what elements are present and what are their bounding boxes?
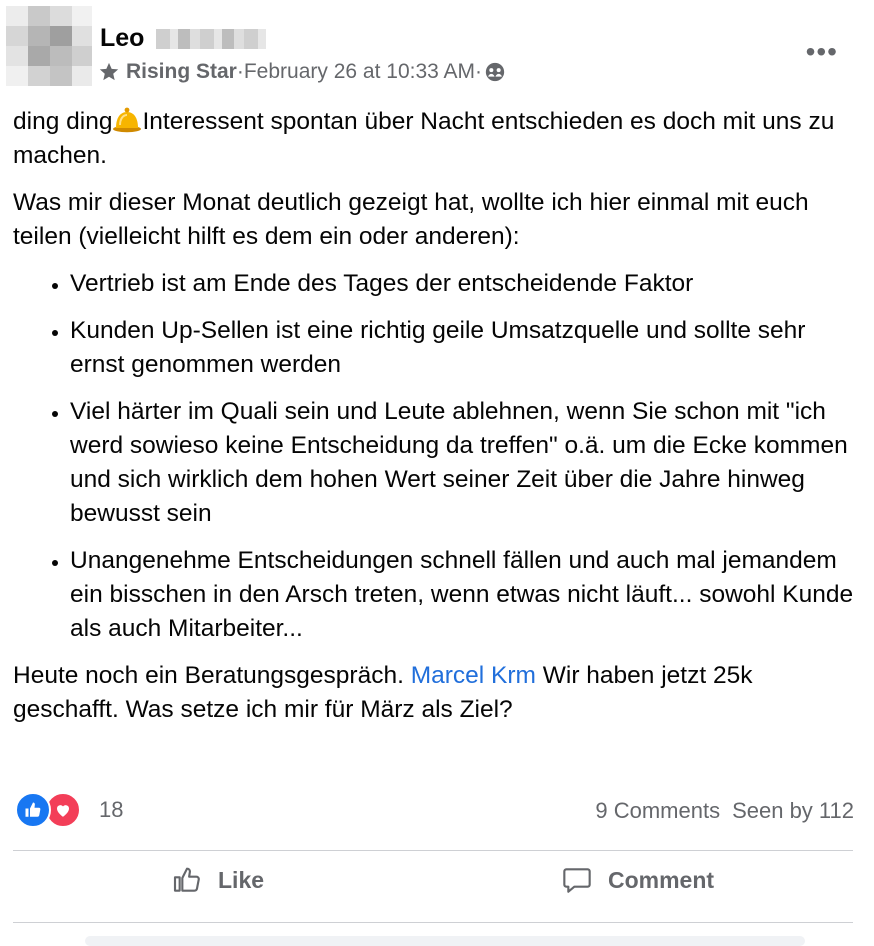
bell-emoji-icon <box>112 105 142 133</box>
post-body: ding ding Interessent spontan über Nacht… <box>13 105 859 740</box>
author-name-text[interactable]: Leo <box>100 24 144 53</box>
post-intro: ding ding Interessent spontan über Nacht… <box>13 105 859 173</box>
divider <box>13 922 853 923</box>
like-label: Like <box>218 866 265 893</box>
comment-box-edge <box>85 936 805 946</box>
like-reaction-icon <box>15 792 51 828</box>
group-icon[interactable] <box>484 61 506 83</box>
speech-bubble-icon <box>563 868 591 893</box>
post-timestamp[interactable]: February 26 at 10:33 AM <box>244 60 475 84</box>
closing-start: Heute noch ein Beratungsgespräch. <box>13 662 411 689</box>
reaction-count[interactable]: 18 <box>99 797 123 823</box>
mention-link[interactable]: Marcel Krm <box>411 662 536 689</box>
post-meta: Rising Star · February 26 at 10:33 AM · <box>98 60 506 84</box>
meta-separator: · <box>236 60 244 83</box>
post-bullet-list: Vertrieb ist am Ende des Tages der entsc… <box>13 267 859 646</box>
author-avatar[interactable] <box>6 6 92 86</box>
redacted-surname <box>156 28 267 49</box>
more-horizontal-icon[interactable]: ••• <box>806 36 838 68</box>
post-closing: Heute noch ein Beratungsgespräch. Marcel… <box>13 659 859 727</box>
comment-label: Comment <box>608 866 715 893</box>
author-name[interactable]: Leo <box>100 24 267 53</box>
intro-start: ding ding <box>13 108 113 135</box>
like-button[interactable]: Like <box>170 864 264 896</box>
list-item: Viel härter im Quali sein und Leute able… <box>70 395 859 531</box>
post-stats: 9 Comments Seen by 112 <box>595 798 854 824</box>
meta-separator-2: · <box>475 60 482 83</box>
reactions-summary[interactable]: 18 <box>15 792 123 828</box>
thumbs-up-icon <box>173 867 200 892</box>
comments-count[interactable]: 9 Comments <box>595 798 720 824</box>
list-item: Kunden Up-Sellen ist eine richtig geile … <box>70 314 859 382</box>
comment-button[interactable]: Comment <box>560 864 714 896</box>
list-item: Vertrieb ist am Ende des Tages der entsc… <box>70 267 859 301</box>
member-badge[interactable]: Rising Star <box>126 60 237 84</box>
list-item: Unangenehme Entscheidungen schnell fälle… <box>70 544 859 646</box>
post-paragraph-2: Was mir dieser Monat deutlich gezeigt ha… <box>13 189 809 250</box>
divider <box>13 850 853 851</box>
seen-by-count[interactable]: Seen by 112 <box>732 798 854 824</box>
star-icon <box>98 61 120 83</box>
